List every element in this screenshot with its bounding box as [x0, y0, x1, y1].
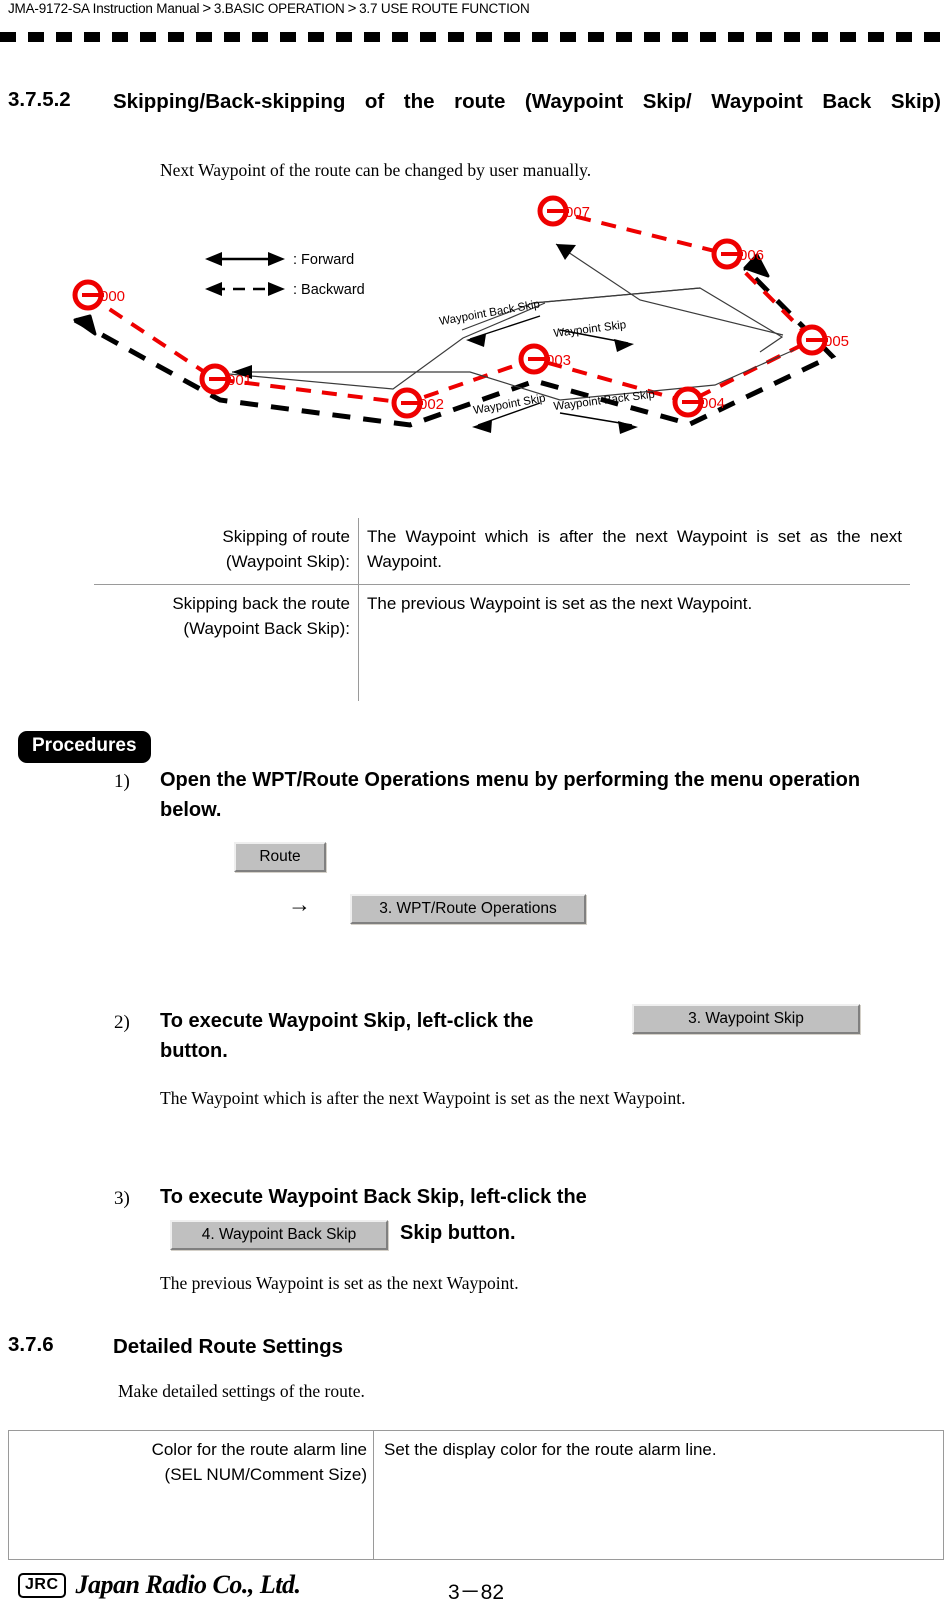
legend-backward-arrowhead-right [268, 282, 285, 296]
step-1-number: 1) [114, 771, 130, 792]
waypoint-back-skip-button[interactable]: 4. Waypoint Back Skip [170, 1220, 388, 1250]
header-section: 3.7 USE ROUTE FUNCTION [359, 1, 530, 16]
manual-page: JMA-9172-SA Instruction Manual >3.BASIC O… [0, 0, 952, 1620]
waypoint-label-003: 003 [546, 352, 571, 369]
skip-row-1-label: Skipping back the route (Waypoint Back S… [94, 584, 359, 651]
table-row: Skipping of route (Waypoint Skip): The W… [94, 518, 910, 585]
skip-row-1-label-line2: (Waypoint Back Skip): [183, 619, 350, 638]
detail-table-filler-label [8, 1497, 374, 1560]
waypoint-label-006: 006 [739, 247, 764, 264]
annotation-arrow-back-skip-lower [618, 421, 638, 434]
waypoint-label-004: 004 [700, 395, 725, 412]
procedures-badge: Procedures [18, 731, 151, 763]
skip-table-spacer-value [359, 651, 911, 701]
skip-row-0-label-line2: (Waypoint Skip): [225, 552, 350, 571]
page-header-breadcrumb: JMA-9172-SA Instruction Manual >3.BASIC O… [8, 0, 530, 17]
wpt-route-operations-button[interactable]: 3. WPT/Route Operations [350, 894, 586, 924]
skip-row-1-value: The previous Waypoint is set as the next… [358, 584, 910, 651]
legend-forward-arrowhead-right [268, 252, 285, 266]
waypoint-label-005: 005 [824, 333, 849, 350]
legend-forward-arrowhead-left [205, 252, 222, 266]
detail-row-0-label-line2: (SEL NUM/Comment Size) [164, 1465, 367, 1484]
step-3-text-before: To execute Waypoint Back Skip, left-clic… [160, 1186, 587, 1208]
skip-row-0-value: The Waypoint which is after the next Way… [367, 527, 902, 571]
step-3-text-after: Skip button. [400, 1222, 516, 1244]
section-376-intro: Make detailed settings of the route. [118, 1381, 365, 1401]
skip-row-1-label-line1: Skipping back the route [172, 594, 350, 613]
section-3752-title: Skipping/Back-skipping of the route (Way… [113, 90, 941, 113]
section-3752-number: 3.7.5.2 [8, 88, 71, 111]
table-row: Skipping back the route (Waypoint Back S… [94, 584, 910, 651]
diagram-legend: : Forward : Backward [205, 252, 365, 298]
waypoint-label-002: 002 [419, 396, 444, 413]
header-separator-2: > [347, 0, 357, 17]
skip-definition-table: Skipping of route (Waypoint Skip): The W… [94, 518, 910, 701]
table-row: Color for the route alarm line (SEL NUM/… [8, 1430, 944, 1497]
waypoint-skip-button[interactable]: 3. Waypoint Skip [632, 1004, 860, 1034]
waypoint-label-001: 001 [227, 372, 252, 389]
table-row-spacer [94, 651, 910, 701]
annotation-arrow-skip-upper [614, 339, 634, 352]
skip-row-0-label-line1: Skipping of route [222, 527, 350, 546]
detail-row-0-label: Color for the route alarm line (SEL NUM/… [8, 1430, 374, 1497]
inner-connector-arrow-to-007 [556, 244, 576, 260]
step-1-text: Open the WPT/Route Operations menu by pe… [160, 769, 861, 821]
waypoint-label-007: 007 [565, 204, 590, 221]
section-376-number: 3.7.6 [8, 1333, 54, 1356]
page-number: 3－82 [447, 1581, 505, 1604]
header-divider-dashed [0, 32, 952, 42]
table-row-filler [8, 1497, 944, 1560]
legend-backward-arrowhead-left [205, 282, 222, 296]
menu-flow-arrow: → [288, 892, 311, 917]
route-button[interactable]: Route [234, 842, 326, 872]
legend-forward-label: : Forward [293, 252, 354, 268]
section-376-title: Detailed Route Settings [113, 1335, 344, 1358]
step-2-number: 2) [114, 1012, 130, 1033]
detailed-route-settings-table: Color for the route alarm line (SEL NUM/… [8, 1430, 944, 1560]
step-3-number: 3) [114, 1188, 130, 1209]
section-3752-intro: Next Waypoint of the route can be change… [160, 160, 592, 180]
skip-row-0-label: Skipping of route (Waypoint Skip): [94, 518, 359, 585]
backward-route-arrowhead-left [73, 314, 97, 336]
waypoint-label-000: 000 [100, 288, 125, 305]
legend-backward-label: : Backward [293, 282, 365, 298]
header-manual-name: JMA-9172-SA Instruction Manual [8, 1, 200, 16]
annotation-waypoint-skip-upper: Waypoint Skip [553, 319, 627, 340]
skip-table-spacer-label [94, 651, 359, 701]
annotation-arrow-skip-lower [472, 420, 492, 433]
detail-row-0-label-line1: Color for the route alarm line [151, 1440, 367, 1459]
detail-table-filler-value [374, 1497, 944, 1560]
step-2-text-before: To execute Waypoint Skip, left-click the [160, 1010, 534, 1032]
annotation-waypoint-back-skip-upper: Waypoint Back Skip [438, 298, 540, 328]
header-separator-1: > [202, 0, 211, 17]
header-chapter: 3.BASIC OPERATION [213, 1, 345, 16]
step-3-note: The previous Waypoint is set as the next… [160, 1273, 519, 1293]
step-2-text-after: button. [160, 1040, 228, 1062]
waypoint-skip-diagram: 000 001 002 003 004 005 006 007 Waypoint… [0, 190, 952, 460]
step-2-note: The Waypoint which is after the next Way… [160, 1088, 686, 1108]
detail-row-0-value: Set the display color for the route alar… [384, 1440, 717, 1459]
